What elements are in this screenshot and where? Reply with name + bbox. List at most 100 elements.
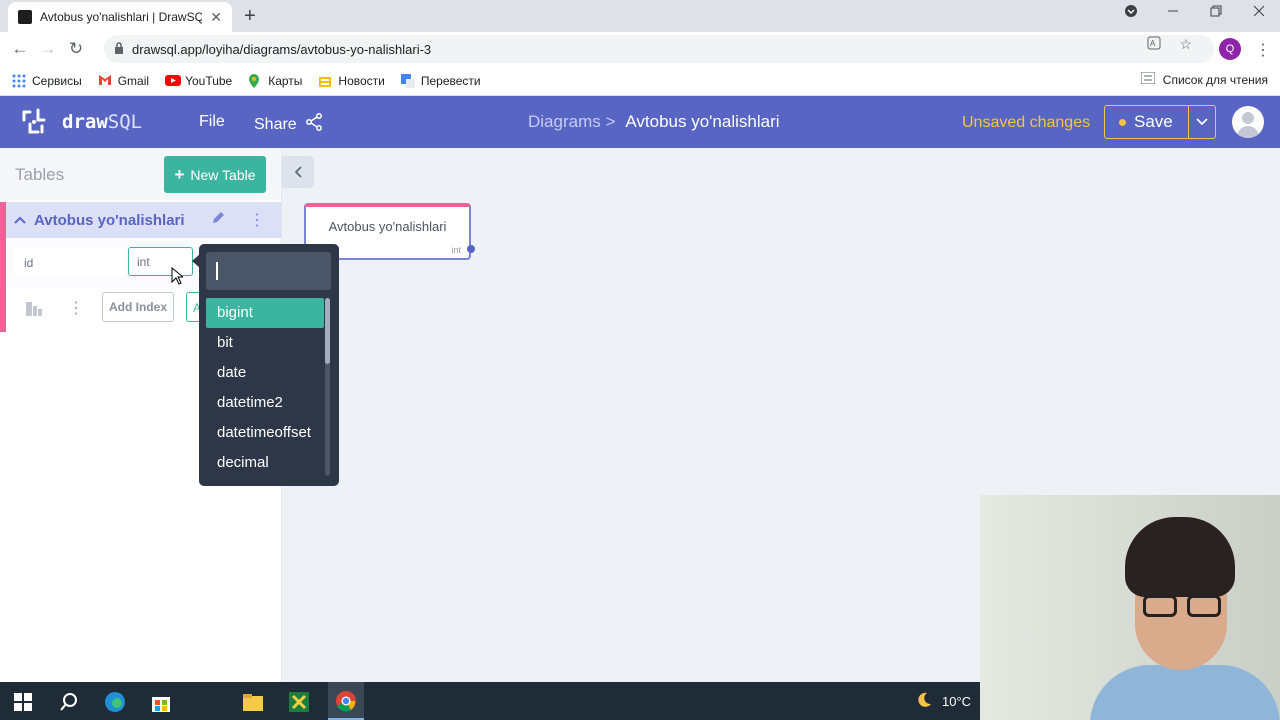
bookmark-maps[interactable]: Карты bbox=[248, 73, 303, 88]
app-icon[interactable] bbox=[288, 691, 310, 713]
user-avatar[interactable] bbox=[1232, 106, 1264, 138]
unsaved-changes-status: Unsaved changes bbox=[962, 114, 1091, 131]
edit-table-icon[interactable] bbox=[211, 211, 225, 229]
windows-taskbar: 10°C bbox=[0, 682, 980, 720]
file-explorer-icon[interactable] bbox=[242, 691, 264, 713]
browser-tab[interactable]: Avtobus yo'nalishlari | DrawSQL ✕ bbox=[8, 2, 232, 32]
close-tab-icon[interactable]: ✕ bbox=[210, 9, 222, 26]
save-button-group: Save bbox=[1104, 105, 1216, 139]
bookmark-youtube[interactable]: YouTube bbox=[165, 74, 232, 88]
file-menu[interactable]: File bbox=[199, 113, 225, 131]
sidebar-header: Tables + New Table bbox=[0, 148, 281, 200]
webcam-person-hair bbox=[1125, 517, 1235, 597]
reading-list[interactable]: Список для чтения bbox=[1140, 71, 1268, 87]
scrollbar-thumb[interactable] bbox=[325, 298, 330, 364]
browser-menu-icon[interactable]: ⋮ bbox=[1255, 40, 1271, 60]
bookmark-label: Перевести bbox=[420, 73, 481, 88]
type-option[interactable]: date bbox=[206, 358, 324, 388]
chevron-left-icon bbox=[294, 166, 302, 178]
webcam-glasses-left bbox=[1143, 595, 1177, 617]
webcam-person-shirt bbox=[1090, 665, 1280, 720]
store-icon[interactable] bbox=[150, 691, 172, 713]
save-options-dropdown[interactable] bbox=[1189, 106, 1215, 138]
chrome-icon bbox=[336, 691, 356, 712]
type-search-input[interactable] bbox=[206, 252, 331, 290]
mouse-pointer-icon bbox=[171, 266, 185, 285]
tab-search-icon[interactable] bbox=[1124, 4, 1138, 21]
bookmarks-bar: Сервисы Gmail YouTube Карты Новости Пере… bbox=[0, 66, 1280, 96]
type-option[interactable]: datetimeoffset bbox=[206, 418, 324, 448]
svg-text:A: A bbox=[1150, 39, 1156, 48]
bookmark-label: Сервисы bbox=[32, 73, 82, 88]
webcam-overlay bbox=[980, 495, 1280, 720]
column-type-select[interactable]: int bbox=[128, 247, 193, 276]
new-tab-button[interactable]: + bbox=[244, 5, 256, 28]
column-name-input[interactable]: id bbox=[14, 248, 124, 276]
url-text: drawsql.app/loyiha/diagrams/avtobus-yo-n… bbox=[132, 41, 432, 57]
logo-text-sql: SQL bbox=[107, 111, 143, 133]
apps-grid-icon bbox=[12, 74, 26, 88]
new-table-button[interactable]: + New Table bbox=[164, 156, 266, 193]
edge-browser-icon[interactable] bbox=[104, 691, 126, 713]
text-caret bbox=[216, 262, 218, 280]
logo-text-draw: draw bbox=[62, 111, 108, 133]
back-icon[interactable]: ← bbox=[6, 39, 34, 59]
drawsql-logo[interactable]: drawSQL bbox=[20, 108, 142, 136]
weather-temperature: 10°C bbox=[942, 694, 972, 709]
breadcrumb-diagrams[interactable]: Diagrams > bbox=[528, 112, 615, 132]
chrome-taskbar-button[interactable] bbox=[328, 682, 364, 720]
relation-handle[interactable] bbox=[467, 245, 475, 253]
bookmark-services[interactable]: Сервисы bbox=[12, 74, 82, 88]
chevron-down-icon bbox=[1196, 118, 1208, 126]
reading-list-icon bbox=[1140, 71, 1156, 87]
bookmark-translate[interactable]: Перевести bbox=[400, 73, 481, 88]
maps-icon bbox=[248, 73, 262, 88]
moon-icon bbox=[916, 692, 932, 711]
new-table-label: New Table bbox=[190, 166, 256, 183]
table-more-icon[interactable]: ⋮ bbox=[249, 210, 265, 230]
entity-name: Avtobus yo'nalishlari bbox=[328, 219, 447, 234]
type-options-list: bigint bit date datetime2 datetimeoffset… bbox=[206, 298, 324, 478]
table-name[interactable]: Avtobus yo'nalishlari bbox=[34, 212, 203, 229]
share-menu[interactable]: Share bbox=[254, 113, 323, 136]
share-icon bbox=[305, 113, 323, 136]
forward-icon[interactable]: → bbox=[34, 39, 62, 59]
type-option[interactable]: bigint bbox=[206, 298, 324, 328]
profile-avatar[interactable]: Q bbox=[1219, 38, 1241, 60]
sidebar-title: Tables bbox=[15, 165, 65, 184]
collapse-sidebar-button[interactable] bbox=[282, 156, 314, 188]
search-icon[interactable] bbox=[58, 691, 80, 713]
windows-start-icon[interactable] bbox=[12, 691, 34, 713]
restore-icon[interactable] bbox=[1210, 4, 1222, 20]
bookmark-label: Карты bbox=[268, 73, 303, 88]
bookmark-star-icon[interactable]: ☆ bbox=[1179, 36, 1192, 53]
type-option[interactable]: bit bbox=[206, 328, 324, 358]
index-more-icon[interactable]: ⋮ bbox=[68, 298, 84, 318]
google-translate-icon bbox=[400, 73, 415, 88]
collapse-table-icon[interactable] bbox=[14, 213, 26, 227]
save-label: Save bbox=[1134, 112, 1173, 131]
tab-title: Avtobus yo'nalishlari | DrawSQL bbox=[40, 10, 203, 24]
dropdown-scrollbar[interactable] bbox=[325, 298, 330, 476]
reload-icon[interactable]: ↻ bbox=[62, 39, 90, 59]
share-label: Share bbox=[254, 115, 297, 133]
save-button[interactable]: Save bbox=[1105, 106, 1189, 138]
breadcrumb: Diagrams > Avtobus yo'nalishlari bbox=[528, 112, 780, 132]
column-type-dropdown: bigint bit date datetime2 datetimeoffset… bbox=[192, 244, 339, 486]
breadcrumb-current[interactable]: Avtobus yo'nalishlari bbox=[625, 112, 779, 132]
bookmark-news[interactable]: Новости bbox=[318, 74, 385, 88]
index-icon[interactable] bbox=[26, 300, 42, 316]
close-window-icon[interactable] bbox=[1253, 4, 1265, 20]
unsaved-dot-icon bbox=[1119, 118, 1126, 126]
weather-widget[interactable]: 10°C bbox=[916, 692, 971, 711]
minimize-icon[interactable] bbox=[1167, 4, 1179, 20]
type-option[interactable]: decimal bbox=[206, 448, 324, 478]
add-index-button[interactable]: Add Index bbox=[102, 292, 174, 322]
translate-icon[interactable]: A bbox=[1147, 36, 1161, 53]
youtube-icon bbox=[165, 74, 182, 88]
bookmark-gmail[interactable]: Gmail bbox=[98, 74, 149, 88]
address-bar[interactable]: drawsql.app/loyiha/diagrams/avtobus-yo-n… bbox=[104, 35, 1214, 63]
table-header[interactable]: Avtobus yo'nalishlari ⋮ bbox=[6, 202, 281, 238]
gmail-icon bbox=[98, 74, 112, 88]
type-option[interactable]: datetime2 bbox=[206, 388, 324, 418]
